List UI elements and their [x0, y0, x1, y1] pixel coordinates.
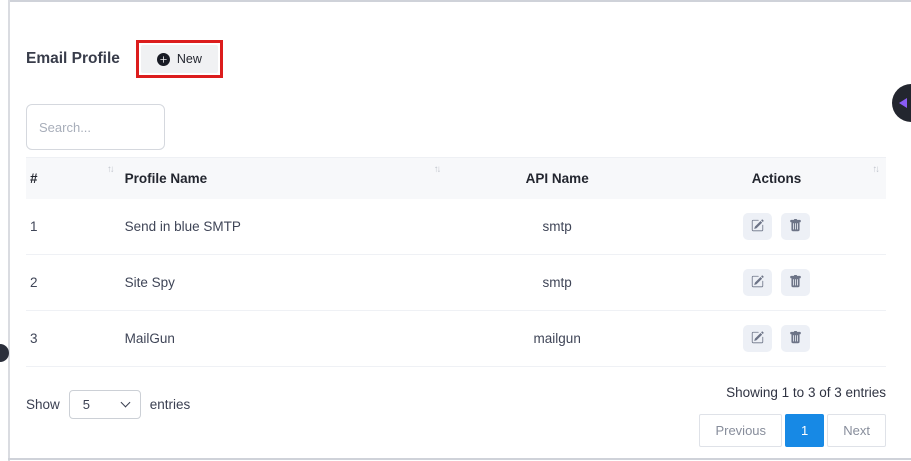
table-footer: Show 5 entries Showing 1 to 3 of 3 entri… [26, 383, 886, 447]
actions-cell [671, 255, 886, 311]
profile-name-cell: Send in blue SMTP [121, 199, 448, 255]
delete-button[interactable] [781, 269, 810, 296]
column-header-actions[interactable]: Actions ↑↓ [671, 158, 886, 200]
table-info-text: Showing 1 to 3 of 3 entries [726, 385, 886, 400]
edit-button[interactable] [743, 325, 772, 352]
sort-icon: ↑↓ [873, 164, 879, 175]
api-name-cell: smtp [447, 199, 671, 255]
column-label: API Name [526, 171, 589, 186]
page-title: Email Profile [26, 50, 120, 68]
edit-button[interactable] [743, 269, 772, 296]
pagination: Previous 1 Next [699, 414, 886, 447]
entries-label: entries [150, 397, 191, 412]
column-header-api-name[interactable]: API Name [447, 158, 671, 200]
pagination-page-1-button[interactable]: 1 [785, 414, 824, 447]
email-profiles-table: # ↑↓ Profile Name ↑↓ API Name Actions ↑↓… [26, 157, 886, 367]
annotation-highlight-box: New [136, 40, 223, 78]
actions-cell [671, 311, 886, 367]
column-label: # [30, 171, 38, 186]
page-length-select[interactable]: 5 [69, 390, 141, 419]
show-label: Show [26, 397, 60, 412]
delete-button[interactable] [781, 325, 810, 352]
table-header: # ↑↓ Profile Name ↑↓ API Name Actions ↑↓ [26, 158, 886, 200]
edit-icon [751, 275, 764, 291]
edit-icon [751, 219, 764, 235]
plus-circle-icon [157, 53, 170, 66]
pagination-previous-button[interactable]: Previous [699, 414, 782, 447]
delete-button[interactable] [781, 213, 810, 240]
row-number: 1 [26, 199, 121, 255]
api-name-cell: mailgun [447, 311, 671, 367]
trash-icon [789, 219, 802, 235]
actions-cell [671, 199, 886, 255]
email-profile-card: Email Profile New # ↑↓ Profile Name ↑↓ [10, 0, 911, 447]
pagination-next-button[interactable]: Next [827, 414, 886, 447]
row-number: 3 [26, 311, 121, 367]
api-name-cell: smtp [447, 255, 671, 311]
edit-button[interactable] [743, 213, 772, 240]
left-arrow-icon [899, 98, 907, 108]
profile-name-cell: MailGun [121, 311, 448, 367]
table-row: 1 Send in blue SMTP smtp [26, 199, 886, 255]
column-header-num[interactable]: # ↑↓ [26, 158, 121, 200]
sort-icon: ↑↓ [434, 164, 440, 175]
card-header: Email Profile New [26, 40, 886, 78]
search-input[interactable] [26, 104, 165, 150]
trash-icon [789, 331, 802, 347]
row-number: 2 [26, 255, 121, 311]
table-row: 3 MailGun mailgun [26, 311, 886, 367]
page-length-control: Show 5 entries [26, 390, 190, 419]
profile-name-cell: Site Spy [121, 255, 448, 311]
column-label: Actions [752, 171, 802, 186]
new-button-label: New [177, 52, 202, 66]
table-row: 2 Site Spy smtp [26, 255, 886, 311]
column-header-profile-name[interactable]: Profile Name ↑↓ [121, 158, 448, 200]
sort-icon: ↑↓ [107, 164, 113, 175]
trash-icon [789, 275, 802, 291]
edit-icon [751, 331, 764, 347]
card-bottom-border [8, 458, 911, 460]
column-label: Profile Name [125, 171, 208, 186]
new-button[interactable]: New [141, 45, 218, 73]
